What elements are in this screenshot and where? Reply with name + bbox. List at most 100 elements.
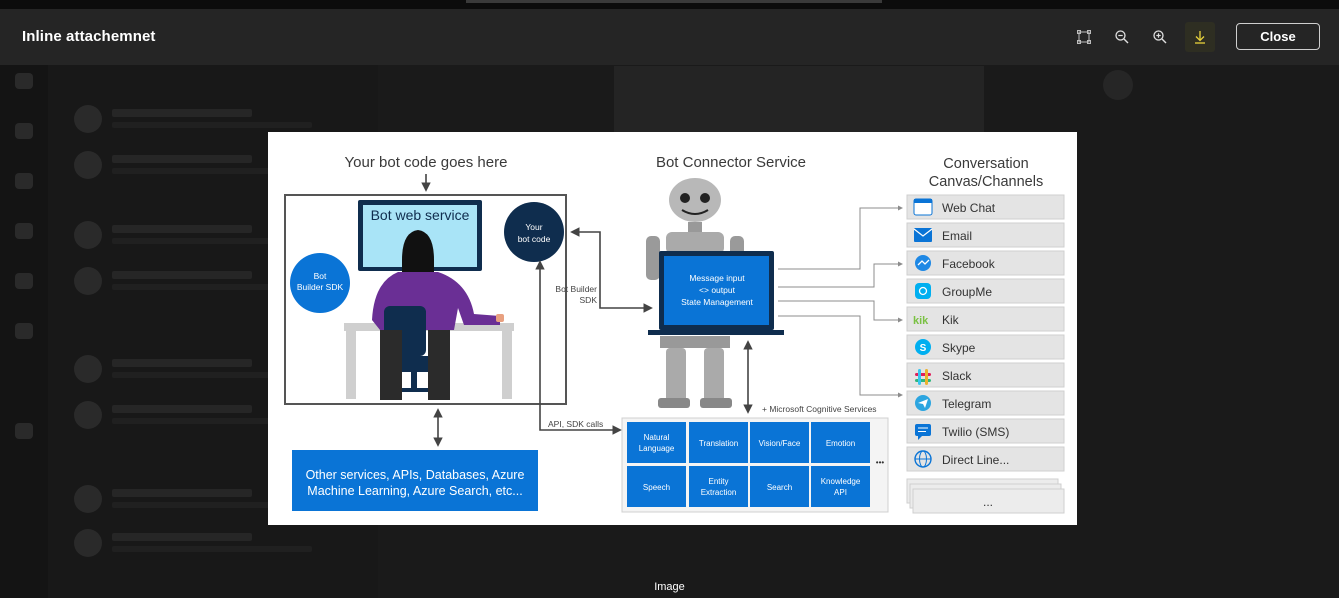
- channel-label: Slack: [942, 369, 972, 383]
- fit-to-screen-icon: [1077, 30, 1091, 44]
- svg-text:S: S: [920, 343, 927, 354]
- channel-label: Email: [942, 229, 972, 243]
- channels-heading-line1: Conversation: [943, 156, 1028, 172]
- robot-foot: [658, 398, 690, 408]
- sms-icon: [915, 424, 931, 436]
- bot-web-service-label: Bot web service: [371, 207, 470, 223]
- image-caption: Image: [654, 581, 685, 593]
- channel-row: [906, 306, 1065, 332]
- tile-label: API: [834, 488, 847, 497]
- tile-label: Entity: [708, 477, 728, 486]
- channel-label: Twilio (SMS): [942, 425, 1009, 439]
- tile-label: Emotion: [826, 439, 855, 448]
- rail-teams-icon: [15, 123, 33, 139]
- left-heading: Your bot code goes here: [345, 154, 508, 171]
- attachment-image: Your bot code goes here Bot web service …: [268, 132, 1077, 525]
- person-leg: [380, 330, 402, 400]
- other-services-line1: Other services, APIs, Databases, Azure: [306, 468, 525, 482]
- cognitive-label: + Microsoft Cognitive Services: [762, 404, 877, 414]
- bot-code-line2: bot code: [518, 234, 551, 244]
- robot-eye: [700, 193, 710, 203]
- desk-leg: [346, 331, 356, 399]
- laptop-line3: State Management: [681, 297, 753, 307]
- rail-files-icon: [15, 223, 33, 239]
- laptop-line2: <> output: [699, 285, 736, 295]
- channel-label: Kik: [942, 313, 960, 327]
- zoom-in-button[interactable]: [1145, 22, 1175, 52]
- cognitive-tile: [811, 466, 870, 507]
- robot-chest: [666, 232, 724, 254]
- download-button[interactable]: [1185, 22, 1215, 52]
- cognitive-tile: [689, 466, 748, 507]
- list-item: [74, 529, 334, 559]
- tile-label: Vision/Face: [759, 439, 801, 448]
- fit-to-screen-button[interactable]: [1069, 22, 1099, 52]
- your-bot-code-circle: [504, 202, 564, 262]
- web-chat-icon-bar: [914, 199, 932, 203]
- bot-framework-diagram: Your bot code goes here Bot web service …: [284, 154, 1065, 514]
- cognitive-ellipsis: •••: [876, 458, 885, 467]
- laptop-line1: Message input: [689, 273, 745, 283]
- robot-eye: [680, 193, 690, 203]
- tile-label: Search: [767, 483, 792, 492]
- cognitive-tile: [627, 422, 686, 463]
- tab-strip-bar: [466, 0, 882, 3]
- list-item: [74, 105, 334, 135]
- rail-calendar-icon: [15, 273, 33, 289]
- robot-arm: [646, 236, 660, 280]
- channels-heading-line2: Canvas/Channels: [929, 174, 1043, 190]
- robot-foot: [700, 398, 732, 408]
- zoom-out-icon: [1115, 30, 1129, 44]
- viewer-title: Inline attachemnet: [22, 28, 156, 45]
- api-sdk-calls-label: API, SDK calls: [548, 419, 603, 429]
- tile-label: Speech: [643, 483, 670, 492]
- download-icon: [1195, 31, 1205, 44]
- robot-neck: [688, 222, 702, 232]
- tile-label: Natural: [644, 433, 670, 442]
- rail-activity-icon: [15, 73, 33, 89]
- tile-label: Knowledge: [821, 477, 861, 486]
- laptop-base: [648, 330, 784, 335]
- robot-leg: [666, 348, 686, 406]
- sdk-circle-line2: Builder SDK: [297, 282, 344, 292]
- rail-help-icon: [15, 423, 33, 439]
- other-services-line2: Machine Learning, Azure Search, etc...: [307, 484, 522, 498]
- tile-label: Language: [639, 444, 675, 453]
- browser-top-strip: [0, 0, 1339, 9]
- person-leg: [428, 330, 450, 400]
- dimmed-avatar: [1103, 70, 1133, 100]
- rail-apps-icon: [15, 323, 33, 339]
- groupme-icon: [915, 283, 931, 299]
- robot-leg: [704, 348, 724, 406]
- channel-label: Direct Line...: [942, 453, 1009, 467]
- channel-label: Telegram: [942, 397, 991, 411]
- viewer-header: Inline attachemnet Close: [0, 9, 1339, 65]
- channel-label: Web Chat: [942, 201, 996, 215]
- tile-label: Translation: [699, 439, 738, 448]
- person-hand: [496, 314, 504, 322]
- facebook-messenger-icon: [915, 255, 931, 271]
- app-rail: [0, 65, 48, 598]
- sdk-label-line1: Bot Builder: [555, 284, 597, 294]
- chair-post: [411, 372, 417, 390]
- close-button[interactable]: Close: [1236, 23, 1320, 50]
- channel-label: GroupMe: [942, 285, 992, 299]
- email-icon: [914, 228, 932, 242]
- sdk-label-line2: SDK: [580, 295, 598, 305]
- bot-code-line1: Your: [525, 222, 542, 232]
- dimmed-thumbnail: [614, 66, 984, 132]
- sdk-circle-line1: Bot: [314, 271, 327, 281]
- tile-label: Extraction: [701, 488, 737, 497]
- channels-more: ...: [983, 495, 993, 509]
- zoom-in-icon: [1153, 30, 1167, 44]
- zoom-out-button[interactable]: [1107, 22, 1137, 52]
- channel-label: Facebook: [942, 257, 996, 271]
- rail-chat-icon: [15, 173, 33, 189]
- connector-heading: Bot Connector Service: [656, 154, 806, 171]
- robot-head: [669, 178, 721, 222]
- robot-hips: [660, 336, 730, 348]
- channel-arrows: [778, 205, 903, 398]
- kik-icon: kik: [913, 315, 929, 327]
- channel-label: Skype: [942, 341, 976, 355]
- channel-list: Web Chat Email Facebook GroupMe kik Kik …: [906, 194, 1065, 514]
